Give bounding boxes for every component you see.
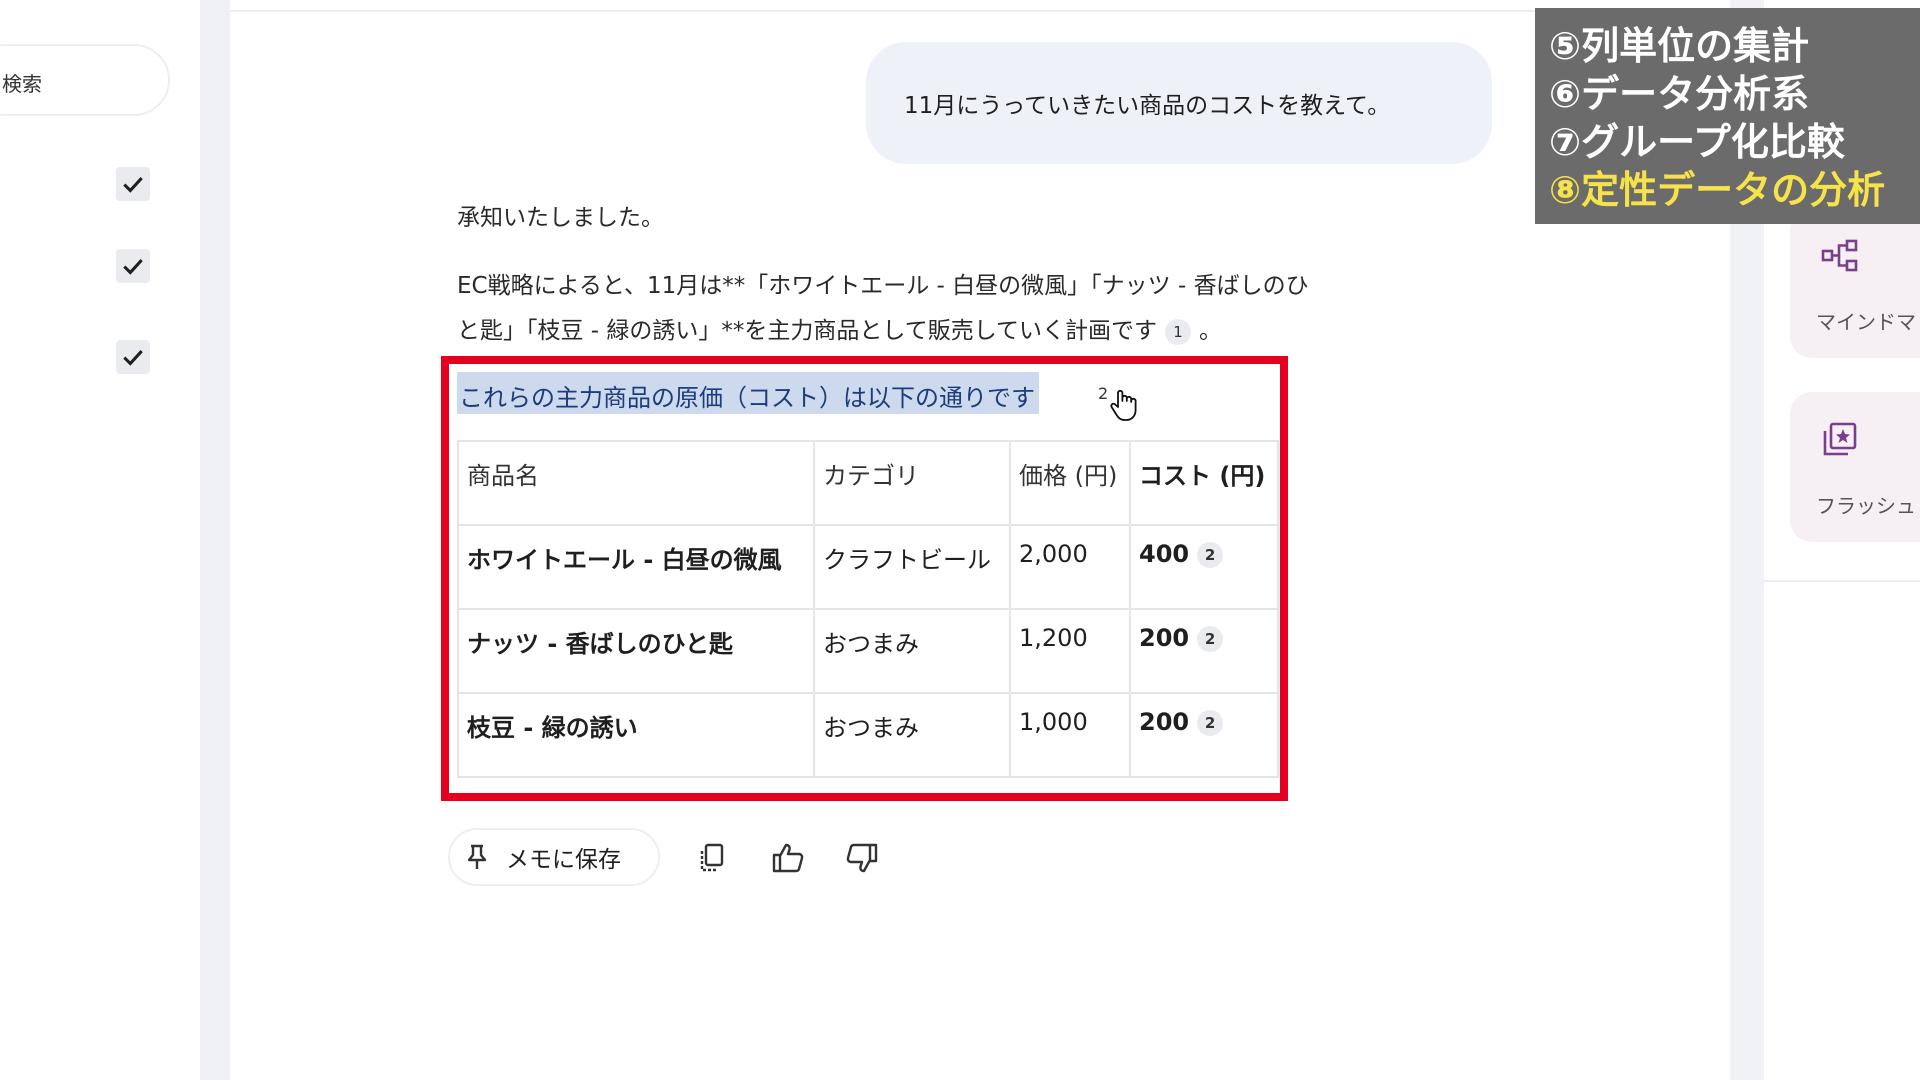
cell-price: 2,000 bbox=[1009, 524, 1131, 610]
table-row: ナッツ - 香ばしのひと匙 おつまみ 1,200 200 2 bbox=[457, 608, 1279, 694]
reply-line-2: と匙」「枝豆 - 緑の誘い」**を主力商品として販売していく計画です 1 。 bbox=[457, 311, 1222, 345]
mindmap-card-label: マインドマ bbox=[1816, 310, 1916, 334]
cell-category: おつまみ bbox=[813, 692, 1011, 778]
thumbs-down-icon bbox=[846, 843, 878, 873]
flashcard-card[interactable]: フラッシュ bbox=[1790, 392, 1920, 542]
cell-price: 1,000 bbox=[1009, 692, 1131, 778]
mindmap-card[interactable]: マインドマ bbox=[1790, 208, 1920, 358]
source-checkbox-3[interactable] bbox=[116, 340, 150, 374]
citation-badge[interactable]: 2 bbox=[1197, 626, 1224, 652]
citation-badge[interactable]: 2 bbox=[1197, 710, 1224, 736]
citation-badge[interactable]: 1 bbox=[1165, 318, 1192, 345]
header-category: カテゴリ bbox=[813, 440, 1011, 526]
save-to-memo-button[interactable]: メモに保存 bbox=[448, 828, 660, 886]
table-row: 枝豆 - 緑の誘い おつまみ 1,000 200 2 bbox=[457, 692, 1279, 778]
cell-product-name: ナッツ - 香ばしのひと匙 bbox=[457, 608, 815, 694]
cell-cost: 200 2 bbox=[1129, 692, 1279, 778]
overlay-item-8-active: ⑧定性データの分析 bbox=[1549, 168, 1886, 212]
mindmap-icon bbox=[1821, 239, 1858, 272]
cost-value: 200 bbox=[1139, 624, 1190, 652]
checkmark-icon bbox=[123, 177, 143, 193]
copy-icon bbox=[700, 843, 724, 872]
overlay-item-5: ⑤列単位の集計 bbox=[1549, 24, 1810, 68]
hand-cursor-icon bbox=[1110, 389, 1137, 421]
cell-cost: 200 2 bbox=[1129, 608, 1279, 694]
search-label: 検索 bbox=[2, 72, 42, 96]
cell-category: クラフトビール bbox=[813, 524, 1011, 610]
user-message-text: 11月にうっていきたい商品のコストを教えて。 bbox=[904, 93, 1391, 119]
checkmark-icon bbox=[123, 350, 143, 366]
table-row: ホワイトエール - 白昼の微風 クラフトビール 2,000 400 2 bbox=[457, 524, 1279, 610]
search-input[interactable]: 検索 bbox=[0, 44, 170, 116]
cost-value: 200 bbox=[1139, 708, 1190, 736]
user-message-bubble: 11月にうっていきたい商品のコストを教えて。 bbox=[866, 42, 1492, 164]
flashcard-icon bbox=[1823, 422, 1857, 456]
checkmark-icon bbox=[123, 259, 143, 275]
source-checkbox-1[interactable] bbox=[116, 167, 150, 201]
cost-table: 商品名 カテゴリ 価格 (円) コスト (円) ホワイトエール - 白昼の微風 … bbox=[457, 440, 1279, 778]
cell-product-name: 枝豆 - 緑の誘い bbox=[457, 692, 815, 778]
reply-line-1: EC戦略によると、11月は**「ホワイトエール - 白昼の微風」「ナッツ - 香… bbox=[457, 273, 1309, 299]
citation-badge[interactable]: 2 bbox=[1098, 384, 1108, 403]
left-sidebar: 検索 bbox=[0, 0, 200, 1080]
cell-category: おつまみ bbox=[813, 608, 1011, 694]
left-panel-divider bbox=[200, 0, 230, 1080]
right-panel-separator bbox=[1764, 580, 1920, 582]
save-to-memo-label: メモに保存 bbox=[506, 847, 621, 873]
pin-icon bbox=[467, 844, 487, 869]
cell-price: 1,200 bbox=[1009, 608, 1131, 694]
cell-cost: 400 2 bbox=[1129, 524, 1279, 610]
reply-line-2-text: と匙」「枝豆 - 緑の誘い」**を主力商品として販売していく計画です bbox=[457, 318, 1158, 344]
cell-product-name: ホワイトエール - 白昼の微風 bbox=[457, 524, 815, 610]
header-product-name: 商品名 bbox=[457, 440, 815, 526]
header-cost: コスト (円) bbox=[1129, 440, 1279, 526]
citation-badge[interactable]: 2 bbox=[1197, 542, 1224, 568]
reply-acknowledgement: 承知いたしました。 bbox=[457, 205, 664, 231]
topic-overlay: ⑤列単位の集計 ⑥データ分析系 ⑦グループ化比較 ⑧定性データの分析 bbox=[1535, 8, 1920, 224]
thumbs-up-icon bbox=[772, 843, 804, 873]
table-header-row: 商品名 カテゴリ 価格 (円) コスト (円) bbox=[457, 440, 1279, 526]
thumbs-down-button[interactable] bbox=[842, 838, 882, 878]
copy-button[interactable] bbox=[692, 838, 732, 878]
selected-sentence: これらの主力商品の原価（コスト）は以下の通りです bbox=[457, 372, 1039, 414]
header-price: 価格 (円) bbox=[1009, 440, 1131, 526]
top-divider bbox=[230, 10, 1540, 12]
flashcard-card-label: フラッシュ bbox=[1816, 494, 1916, 518]
cost-value: 400 bbox=[1139, 540, 1190, 568]
thumbs-up-button[interactable] bbox=[768, 838, 808, 878]
source-checkbox-2[interactable] bbox=[116, 249, 150, 283]
overlay-item-6: ⑥データ分析系 bbox=[1549, 72, 1810, 116]
overlay-item-7: ⑦グループ化比較 bbox=[1549, 120, 1845, 164]
reply-line-2-end: 。 bbox=[1199, 318, 1223, 344]
